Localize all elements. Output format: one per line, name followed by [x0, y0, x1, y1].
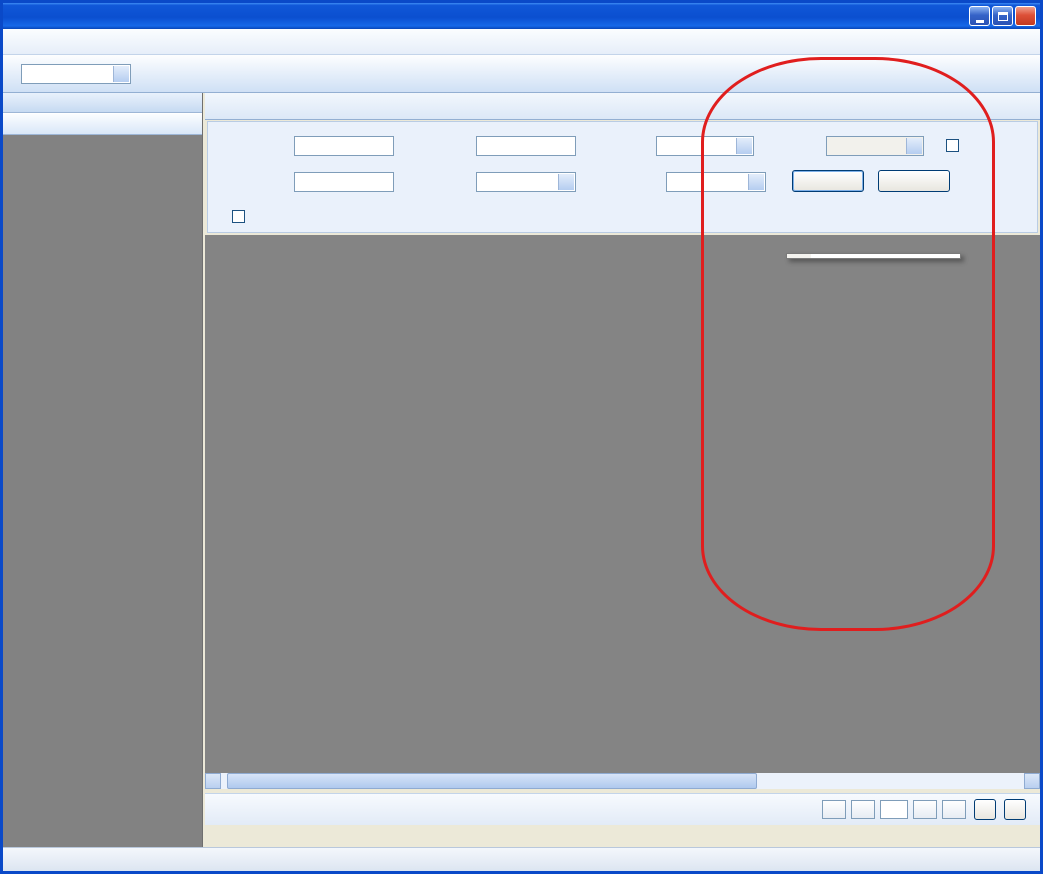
sidebar-section-sales[interactable] [3, 113, 202, 135]
next-page-button[interactable] [913, 800, 937, 819]
prev-page-button[interactable] [851, 800, 875, 819]
dropdown-arrow-icon[interactable] [113, 66, 129, 82]
window-controls [969, 6, 1036, 26]
pagination-bar [205, 793, 1040, 825]
end-date-picker[interactable] [826, 136, 924, 156]
page-number-input[interactable] [880, 800, 908, 819]
enable-checkbox[interactable] [946, 139, 959, 152]
tool-window-header [3, 93, 202, 113]
store-select[interactable] [21, 64, 131, 84]
pay-method-select[interactable] [666, 172, 766, 192]
start-date-picker[interactable] [656, 136, 754, 156]
status-bar [3, 847, 1040, 871]
store-selector-group [15, 64, 131, 84]
pin-icon[interactable] [165, 95, 181, 110]
tab-tools [1020, 113, 1040, 119]
close-button[interactable] [1015, 6, 1036, 26]
new-button[interactable] [878, 170, 950, 192]
context-menu [786, 253, 961, 259]
first-page-button[interactable] [822, 800, 846, 819]
minimize-button[interactable] [969, 6, 990, 26]
export-current-page-button[interactable] [974, 799, 996, 820]
restore-button[interactable] [992, 6, 1013, 26]
query-button[interactable] [792, 170, 864, 192]
tab-bar [205, 93, 1040, 120]
customer-no-input[interactable] [294, 136, 394, 156]
dropdown-arrow-icon[interactable] [736, 138, 752, 154]
title-bar[interactable] [3, 3, 1040, 29]
color-checkbox[interactable] [232, 210, 245, 223]
main-content [205, 93, 1040, 847]
horizontal-scrollbar[interactable] [205, 773, 1040, 789]
scroll-left-icon[interactable] [205, 773, 221, 789]
app-window [0, 0, 1043, 874]
sidebar [3, 93, 203, 847]
export-all-pages-button[interactable] [1004, 799, 1026, 820]
toolbar [3, 55, 1040, 93]
menu-bar [3, 29, 1040, 55]
order-no-input[interactable] [294, 172, 394, 192]
sidebar-icon-panel [3, 136, 202, 755]
tool-window-close-icon[interactable] [181, 95, 197, 110]
scrollbar-track[interactable] [221, 773, 1024, 789]
order-table-area [205, 235, 1040, 773]
dropdown-arrow-icon[interactable] [748, 174, 764, 190]
order-status-select[interactable] [476, 172, 576, 192]
dropdown-arrow-icon[interactable] [558, 174, 574, 190]
scroll-right-icon[interactable] [1024, 773, 1040, 789]
last-page-button[interactable] [942, 800, 966, 819]
app-icon [7, 8, 23, 24]
scrollbar-thumb[interactable] [227, 773, 757, 789]
customer-name-input[interactable] [476, 136, 576, 156]
dropdown-arrow-icon[interactable] [906, 138, 922, 154]
filter-panel [207, 121, 1038, 233]
